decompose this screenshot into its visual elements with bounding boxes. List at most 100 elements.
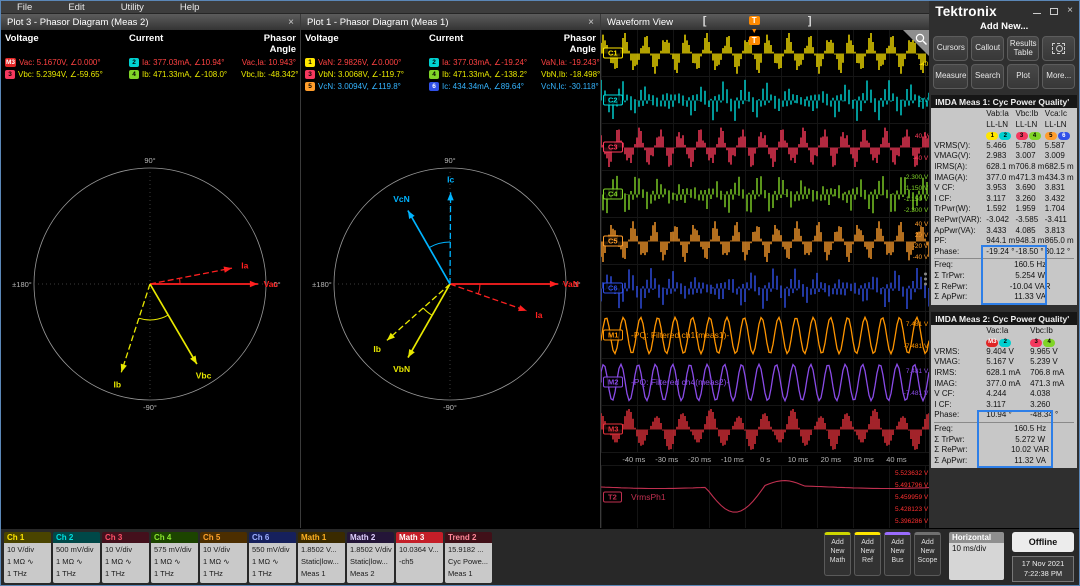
waveform-slice-m3[interactable]: M3 xyxy=(601,406,930,453)
legend-col-header: Phasor Angle xyxy=(263,33,296,55)
meas-row-label: VMAG(V): xyxy=(934,151,971,161)
channel-badge-c2[interactable]: C2 xyxy=(603,94,623,106)
waveform-slice-c1[interactable]: C1-20-40 xyxy=(601,30,930,77)
legend-voltage-cell: 1 VaN: 2.9826V, ∠0.000° xyxy=(305,58,429,67)
channel-button-ch-5[interactable]: Ch 5 10 V/div 1 MΩ ∿ 1 THz xyxy=(200,532,247,583)
button-plot[interactable]: Plot xyxy=(1006,64,1040,89)
panel-splitter-handle[interactable] xyxy=(924,272,928,286)
button-results-table[interactable]: Results Table xyxy=(1006,36,1040,61)
waveform-slice-m2[interactable]: M2 -PQ: Filtered ch4(meas2)- 7.481 V -7.481… xyxy=(601,359,930,406)
meas-row-label: I CF: xyxy=(934,399,952,409)
channel-badge-c6[interactable]: C6 xyxy=(603,282,623,294)
menu-item-utility[interactable]: Utility xyxy=(121,2,144,13)
channel-name: Ch 5 xyxy=(200,532,247,543)
button-add-new-ref[interactable]: Add New Ref xyxy=(854,532,881,576)
waveform-slice-c2[interactable]: C2 2 V xyxy=(601,77,930,124)
source-badges: 34 xyxy=(1030,338,1056,347)
channel-badge-4: 4 xyxy=(429,70,439,79)
time-tick-label: -30 ms xyxy=(655,455,679,464)
channel-badge-t2[interactable]: T2 xyxy=(603,491,622,503)
waveform-slice-c5[interactable]: C5 40 V 20 V -20 V -40 V xyxy=(601,218,930,265)
zoom-overview-button[interactable] xyxy=(903,30,930,56)
waveform-slice-m1[interactable]: M1 -PQ: Filtered ch1(meas1)- 7.481 V -7.481… xyxy=(601,312,930,359)
button-add-new-bus[interactable]: Add New Bus xyxy=(884,532,911,576)
channel-button-ch-3[interactable]: Ch 3 10 V/div 1 MΩ ∿ 1 THz xyxy=(102,532,149,583)
waveform-slice-c4[interactable]: C4 2.300 V 1.150 V -1.150 V -2.300 V xyxy=(601,171,930,218)
button-cursors[interactable]: Cursors xyxy=(933,36,969,61)
offline-button[interactable]: Offline xyxy=(1012,532,1074,552)
legend-current-text: Ia: 377.03mA, ∠-19.24° xyxy=(442,58,528,67)
phasor-vector-label-Ib: Ib xyxy=(114,380,122,390)
plot3-close-icon[interactable]: × xyxy=(288,17,294,28)
channel-badge-m3[interactable]: M3 xyxy=(603,423,624,435)
channel-name: Ch 6 xyxy=(249,532,296,543)
channel-button-ch-2[interactable]: Ch 2 500 mV/div 1 MΩ ∿ 1 THz xyxy=(53,532,100,583)
meas-value: 5.167 V xyxy=(986,357,1014,367)
scale-label: 2 V xyxy=(918,96,929,104)
meas-summary-label: Σ TrPwr: xyxy=(934,434,965,444)
meas-value: 3.260 xyxy=(1030,399,1051,409)
channel-badge-m1[interactable]: M1 xyxy=(603,329,624,341)
waveform-titlebar[interactable]: Waveform View [ T ] xyxy=(601,14,930,30)
meas-row-label: V CF: xyxy=(934,389,955,399)
close-icon[interactable]: × xyxy=(1067,6,1073,16)
button-measure[interactable]: Measure xyxy=(933,64,969,89)
meas-summary-row: Σ RePwr: -10.04 VAR xyxy=(934,282,1074,293)
meas-value: 948.3 m xyxy=(1015,236,1045,246)
legend-current-cell: 4 Ib: 471.33mA, ∠-138.2° xyxy=(429,70,541,79)
channel-button-ch-1[interactable]: Ch 1 10 V/div 1 MΩ ∿ 1 THz xyxy=(4,532,51,583)
menu-item-help[interactable]: Help xyxy=(180,2,200,13)
meas-summary-row: Σ RePwr: 10.02 VAR xyxy=(934,445,1074,456)
trigger-indicator-icon[interactable]: T xyxy=(748,16,760,25)
channel-settings: 575 mV/div 1 MΩ ∿ 1 THz xyxy=(151,543,198,583)
svg-text:90°: 90° xyxy=(444,156,455,165)
button-more-[interactable]: More... xyxy=(1042,64,1075,89)
channel-badge-2: 2 xyxy=(129,58,139,67)
waveform-slice-c6[interactable]: C6 xyxy=(601,265,930,312)
panels-area: Plot 3 - Phasor Diagram (Meas 2) × Volta… xyxy=(1,14,930,528)
channel-badge-c1[interactable]: C1 xyxy=(603,47,623,59)
meas-badge-pair: M3 2 xyxy=(986,336,1030,347)
source-badges: 12 xyxy=(986,132,1012,141)
meas-value: 3.117 xyxy=(986,193,1006,203)
channel-badge-c4[interactable]: C4 xyxy=(603,188,623,200)
button-callout[interactable]: Callout xyxy=(971,36,1004,61)
plot3-titlebar[interactable]: Plot 3 - Phasor Diagram (Meas 2) × xyxy=(1,14,300,30)
horizontal-panel[interactable]: Horizontal 10 ms/div xyxy=(949,532,1004,580)
scale-label: 40 V xyxy=(914,132,929,140)
button-add-new-scope[interactable]: Add New Scope xyxy=(914,532,941,576)
expansion-bracket-left[interactable]: [ xyxy=(703,15,707,27)
meas-row: ApPwr(VA): 3.433 4.085 3.813 xyxy=(934,226,1074,237)
channel-button-ch-6[interactable]: Ch 6 550 mV/div 1 MΩ ∿ 1 THz xyxy=(249,532,296,583)
channel-button-math-2[interactable]: Math 2 1.8502 V/div Static|low... Meas 2 xyxy=(347,532,394,583)
expansion-bracket-right[interactable]: ] xyxy=(808,15,812,27)
button-zoom-select-icon[interactable] xyxy=(1042,36,1075,61)
menu-item-edit[interactable]: Edit xyxy=(68,2,84,13)
channel-name: Math 1 xyxy=(298,532,345,543)
trigger-position-marker[interactable]: T xyxy=(748,36,760,45)
channel-badge-c3[interactable]: C3 xyxy=(603,141,623,153)
channel-button-math-3[interactable]: Math 3 10.0364 V... -ch5 xyxy=(396,532,443,583)
channel-button-math-1[interactable]: Math 1 1.8502 V... Static|low... Meas 1 xyxy=(298,532,345,583)
channel-button-trend-2[interactable]: Trend 2 15.9182 ... Cyc Powe... Meas 1 xyxy=(445,532,492,583)
plot3-phasor-diagram: 90°-90°±180° 0°VacIaVbcIb xyxy=(12,156,280,412)
channel-settings: 10 V/div 1 MΩ ∿ 1 THz xyxy=(102,543,149,583)
plot1-close-icon[interactable]: × xyxy=(588,17,594,28)
restore-icon[interactable] xyxy=(1050,7,1059,15)
channel-button-ch-4[interactable]: Ch 4 575 mV/div 1 MΩ ∿ 1 THz xyxy=(151,532,198,583)
button-add-new-math[interactable]: Add New Math xyxy=(824,532,851,576)
meas-row-label: IMAG: xyxy=(934,378,957,388)
svg-text:±180°: ±180° xyxy=(12,280,32,289)
meas-summary-row: Σ TrPwr: 5.254 W xyxy=(934,271,1074,282)
menu-item-file[interactable]: File xyxy=(17,2,32,13)
button-search[interactable]: Search xyxy=(971,64,1004,89)
meas-value: 1.592 xyxy=(986,204,1007,214)
minimize-icon[interactable] xyxy=(1033,13,1042,14)
meas-summary-row: Σ ApPwr: 11.33 VA xyxy=(934,292,1074,303)
plot1-titlebar[interactable]: Plot 1 - Phasor Diagram (Meas 1) × xyxy=(301,14,600,30)
waveform-slice-trend[interactable]: T2 VrmsPh1 5.523632 V 5.491796 V 5.459959 V5… xyxy=(601,466,930,528)
waveform-slice-c3[interactable]: C3 40 V -40 V xyxy=(601,124,930,171)
meas-row: IRMS(A): 628.1 m 706.8 m 682.5 m xyxy=(934,162,1074,173)
channel-badge-c5[interactable]: C5 xyxy=(603,235,623,247)
channel-badge-m2[interactable]: M2 xyxy=(603,376,624,388)
